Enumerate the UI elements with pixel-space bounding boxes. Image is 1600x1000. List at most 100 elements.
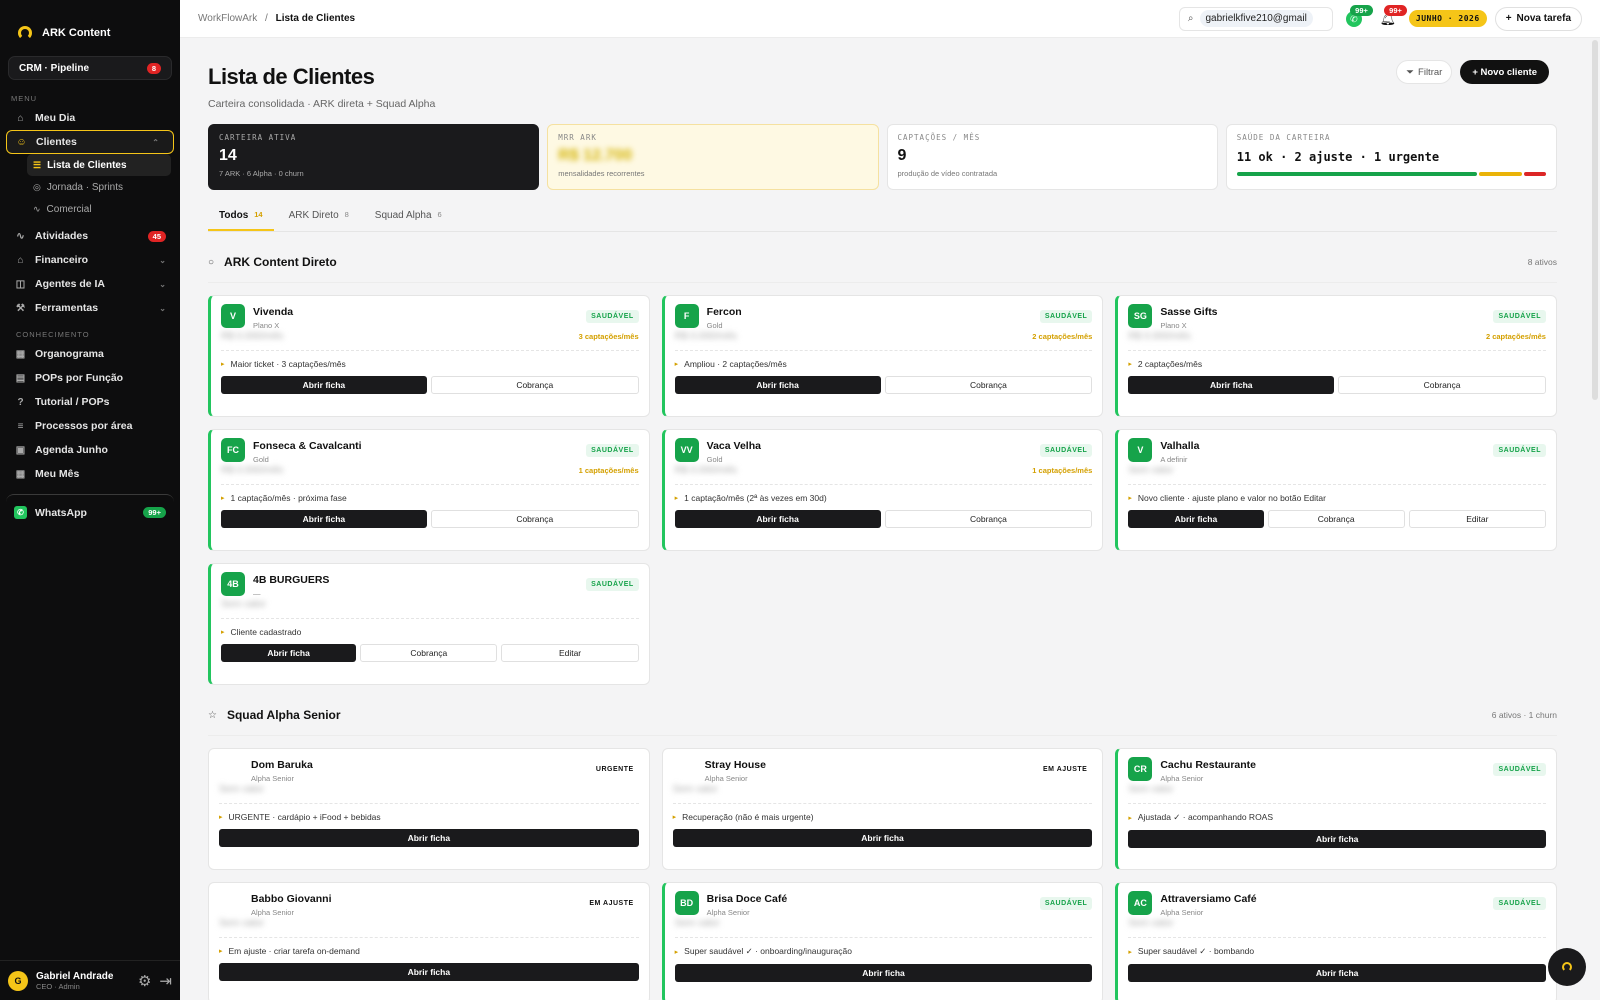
cobranca-button[interactable]: Cobrança [430,376,639,394]
logo-icon [1562,962,1572,972]
crm-pipeline-button[interactable]: CRM · Pipeline 8 [8,56,172,80]
client-mrr: R$ 0.000/mês [221,464,284,476]
cobranca-button[interactable]: Cobrança [430,510,639,528]
sidebar-item-processos-por-area[interactable]: ≡ Processos por área [0,414,180,438]
crm-label: CRM · Pipeline [19,62,90,74]
filter-icon: ⏷ [1406,66,1415,78]
month-badge[interactable]: JUNHO · 2026 [1408,10,1487,27]
sidebar-item-organograma[interactable]: ▦ Organograma [0,342,180,366]
sidebar-item-clientes[interactable]: ☺ Clientes ⌃ [6,130,174,154]
sidebar: ARK Content CRM · Pipeline 8 MENU ⌂ Meu D… [0,0,180,1000]
card-actions: Abrir ficha Cobrança Editar [1128,510,1546,528]
client-plan: Alpha Senior [251,908,294,917]
client-mrr: Sem valor [1128,917,1174,929]
edit-button[interactable]: Editar [501,644,639,662]
breadcrumb-current: Lista de Clientes [275,13,356,24]
filter-button[interactable]: ⏷ Filtrar [1396,60,1453,84]
atividades-badge: 45 [147,230,166,242]
sidebar-item-agenda-junho[interactable]: ▣ Agenda Junho [0,438,180,462]
search-input[interactable]: ⌕ gabrielkfive210@gmail [1178,6,1333,31]
gear-icon[interactable]: ⚙ [138,972,151,990]
sidebar-item-pops-por-funcao[interactable]: ▤ POPs por Função [0,366,180,390]
whatsapp-icon: ✆ [14,506,27,519]
search-value: gabrielkfive210@gmail [1199,10,1313,27]
card-actions: Abrir ficha Cobrança [221,376,639,394]
sidebar-subitem-lista-de-clientes[interactable]: ☰ Lista de Clientes [27,154,171,176]
status-badge: SAUDÁVEL [586,444,639,457]
card-actions: Abrir ficha [1128,964,1546,982]
scrollbar[interactable] [1592,40,1598,400]
logo-icon [18,25,32,40]
new-task-button[interactable]: + Nova tarefa [1494,6,1582,31]
avatar[interactable]: G [8,970,28,991]
open-ficha-button[interactable]: Abrir ficha [1128,510,1264,528]
client-mrr: Sem valor [1128,783,1174,795]
logout-icon[interactable]: ⇥ [159,972,172,990]
open-ficha-button[interactable]: Abrir ficha [674,510,881,528]
open-ficha-button[interactable]: Abrir ficha [1128,830,1546,848]
client-note: Maior ticket · 3 captações/mês [221,359,639,369]
client-mrr: Sem valor [674,917,720,929]
cobranca-button[interactable]: Cobrança [1267,510,1405,528]
cobranca-button[interactable]: Cobrança [884,510,1093,528]
kpi-value: 9 [897,147,907,164]
tab-squad-alpha[interactable]: Squad Alpha 6 [364,204,453,231]
open-ficha-button[interactable]: Abrir ficha [221,644,357,662]
open-ficha-button[interactable]: Abrir ficha [674,964,1093,982]
open-ficha-button[interactable]: Abrir ficha [1128,964,1546,982]
client-avatar: V [1128,438,1153,462]
brand[interactable]: ARK Content [0,0,180,48]
open-ficha-button[interactable]: Abrir ficha [219,829,639,847]
open-ficha-button[interactable]: Abrir ficha [1128,376,1335,394]
edit-button[interactable]: Editar [1408,510,1546,528]
document-icon: ▤ [15,372,26,384]
cobranca-button[interactable]: Cobrança [1338,376,1546,394]
tab-todos[interactable]: Todos 14 [208,204,274,231]
client-card: V Vivenda Plano X SAUDÁVEL R$ 0.000/mês 3 cap… [208,295,650,417]
client-captacoes: 1 captações/mês [1032,465,1093,475]
alpha-client-grid: Dom Baruka Alpha Senior URGENTE Sem valor UR… [208,735,1557,1000]
open-ficha-button[interactable]: Abrir ficha [221,510,427,528]
assistant-fab[interactable] [1548,948,1586,986]
client-mrr: R$ 0.000/mês [674,464,737,476]
tab-ark-direto[interactable]: ARK Direto 8 [278,204,360,231]
notifications-button[interactable]: 🔔︎ 99+ [1375,4,1407,32]
open-ficha-button[interactable]: Abrir ficha [219,963,639,981]
client-mrr: R$ 0.000/mês [1128,330,1191,342]
cobranca-button[interactable]: Cobrança [360,644,498,662]
client-card: CR Cachu Restaurante Alpha Senior SAUDÁVEL S… [1115,748,1557,870]
sidebar-item-meu-mes[interactable]: ▦ Meu Mês [0,462,180,486]
status-badge: URGENTE [595,766,634,773]
card-actions: Abrir ficha [1128,830,1546,848]
whatsapp-top-button[interactable]: ✆ 99+ [1341,4,1373,32]
sidebar-item-financeiro[interactable]: ⌂ Financeiro ⌄ [0,248,180,272]
sidebar-item-agentes-de-ia[interactable]: ◫ Agentes de IA ⌄ [0,272,180,296]
sidebar-item-meu-dia[interactable]: ⌂ Meu Dia [0,106,180,130]
whatsapp-button[interactable]: ✆ WhatsApp 99+ [6,494,174,530]
card-actions: Abrir ficha [219,963,639,981]
status-badge: SAUDÁVEL [586,578,639,591]
open-ficha-button[interactable]: Abrir ficha [674,376,881,394]
circle-icon: ○ [208,256,215,268]
page-subtitle: Carteira consolidada · ARK direta + Squa… [208,98,436,110]
client-name: Dom Baruka [251,759,313,771]
section-title: Squad Alpha Senior [226,708,341,722]
card-value-row: Sem valor [674,918,1093,938]
new-client-button[interactable]: + Novo cliente [1460,60,1549,84]
sidebar-item-tutorial-pops[interactable]: ? Tutorial / POPs [0,390,180,414]
client-plan: Alpha Senior [706,908,750,917]
open-ficha-button[interactable]: Abrir ficha [672,829,1093,847]
cobranca-button[interactable]: Cobrança [884,376,1093,394]
sidebar-item-ferramentas[interactable]: ⚒ Ferramentas ⌄ [0,296,180,320]
kpi-note: mensalidades recorrentes [558,169,645,178]
open-ficha-button[interactable]: Abrir ficha [221,376,427,394]
tabs: Todos 14 ARK Direto 8 Squad Alpha 6 [208,204,1557,232]
breadcrumb-root[interactable]: WorkFlowArk [198,13,257,24]
sidebar-item-label: Agenda Junho [35,444,108,456]
client-note: 1 captação/mês · próxima fase [221,493,639,503]
sidebar-subitem-jornada-sprints[interactable]: ◎ Jornada · Sprints [27,176,171,198]
sidebar-item-label: Processos por área [35,420,133,432]
sidebar-item-atividades[interactable]: ∿ Atividades 45 [0,224,180,248]
client-avatar: SG [1128,304,1153,328]
sidebar-subitem-comercial[interactable]: ∿ Comercial [27,198,171,220]
